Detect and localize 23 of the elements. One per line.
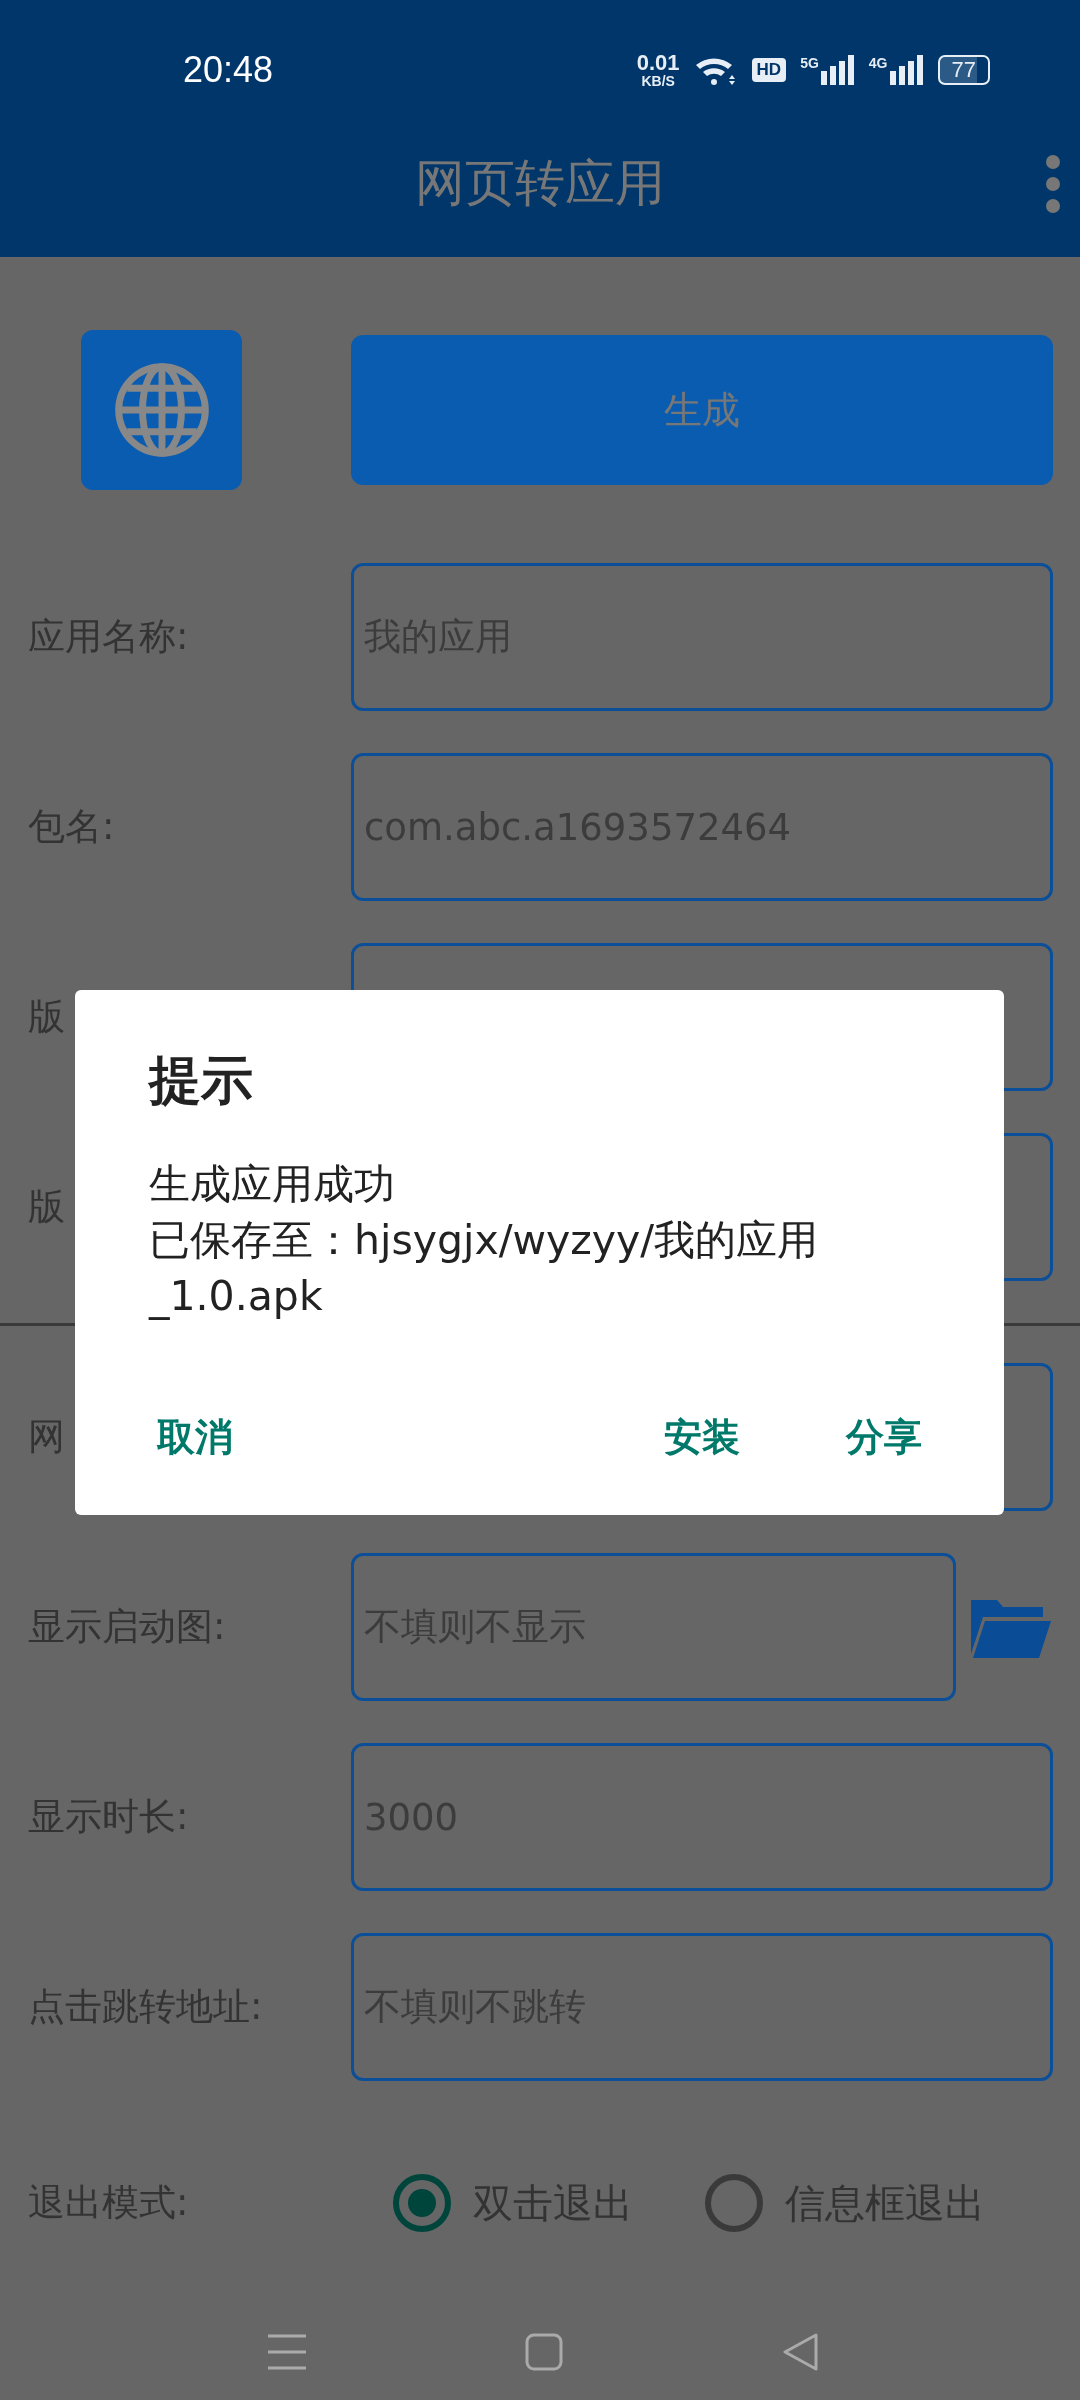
dialog-title: 提示: [149, 1049, 254, 1112]
dialog-message: 生成应用成功 已保存至：hjsygjx/wyzyy/我的应用 _1.0.apk: [149, 1159, 820, 1322]
home-icon[interactable]: [525, 2333, 563, 2371]
network-type: 4G: [868, 55, 888, 71]
more-icon[interactable]: [1046, 155, 1060, 213]
signal-icon: [820, 55, 855, 85]
generate-button[interactable]: 生成: [351, 335, 1053, 485]
back-icon[interactable]: [782, 2333, 820, 2371]
network-type: 5G: [800, 55, 819, 71]
app-title: 网页转应用: [415, 153, 665, 214]
status-time: 20:48: [183, 49, 274, 91]
icon-button[interactable]: [81, 330, 242, 490]
network-speed: 0.01: [636, 52, 680, 74]
radio-button[interactable]: [703, 2172, 765, 2234]
dialog-button[interactable]: 分享: [838, 1412, 930, 1463]
menu-icon[interactable]: [268, 2334, 306, 2370]
hd-badge: HD: [751, 58, 787, 82]
dialog-button[interactable]: 安装: [656, 1412, 748, 1463]
dialog-button[interactable]: 取消: [149, 1412, 241, 1463]
radio-button[interactable]: [391, 2172, 453, 2234]
speed-unit: KB/S: [641, 74, 675, 88]
signal-icon: [889, 55, 924, 85]
battery-level: 77: [937, 55, 990, 85]
